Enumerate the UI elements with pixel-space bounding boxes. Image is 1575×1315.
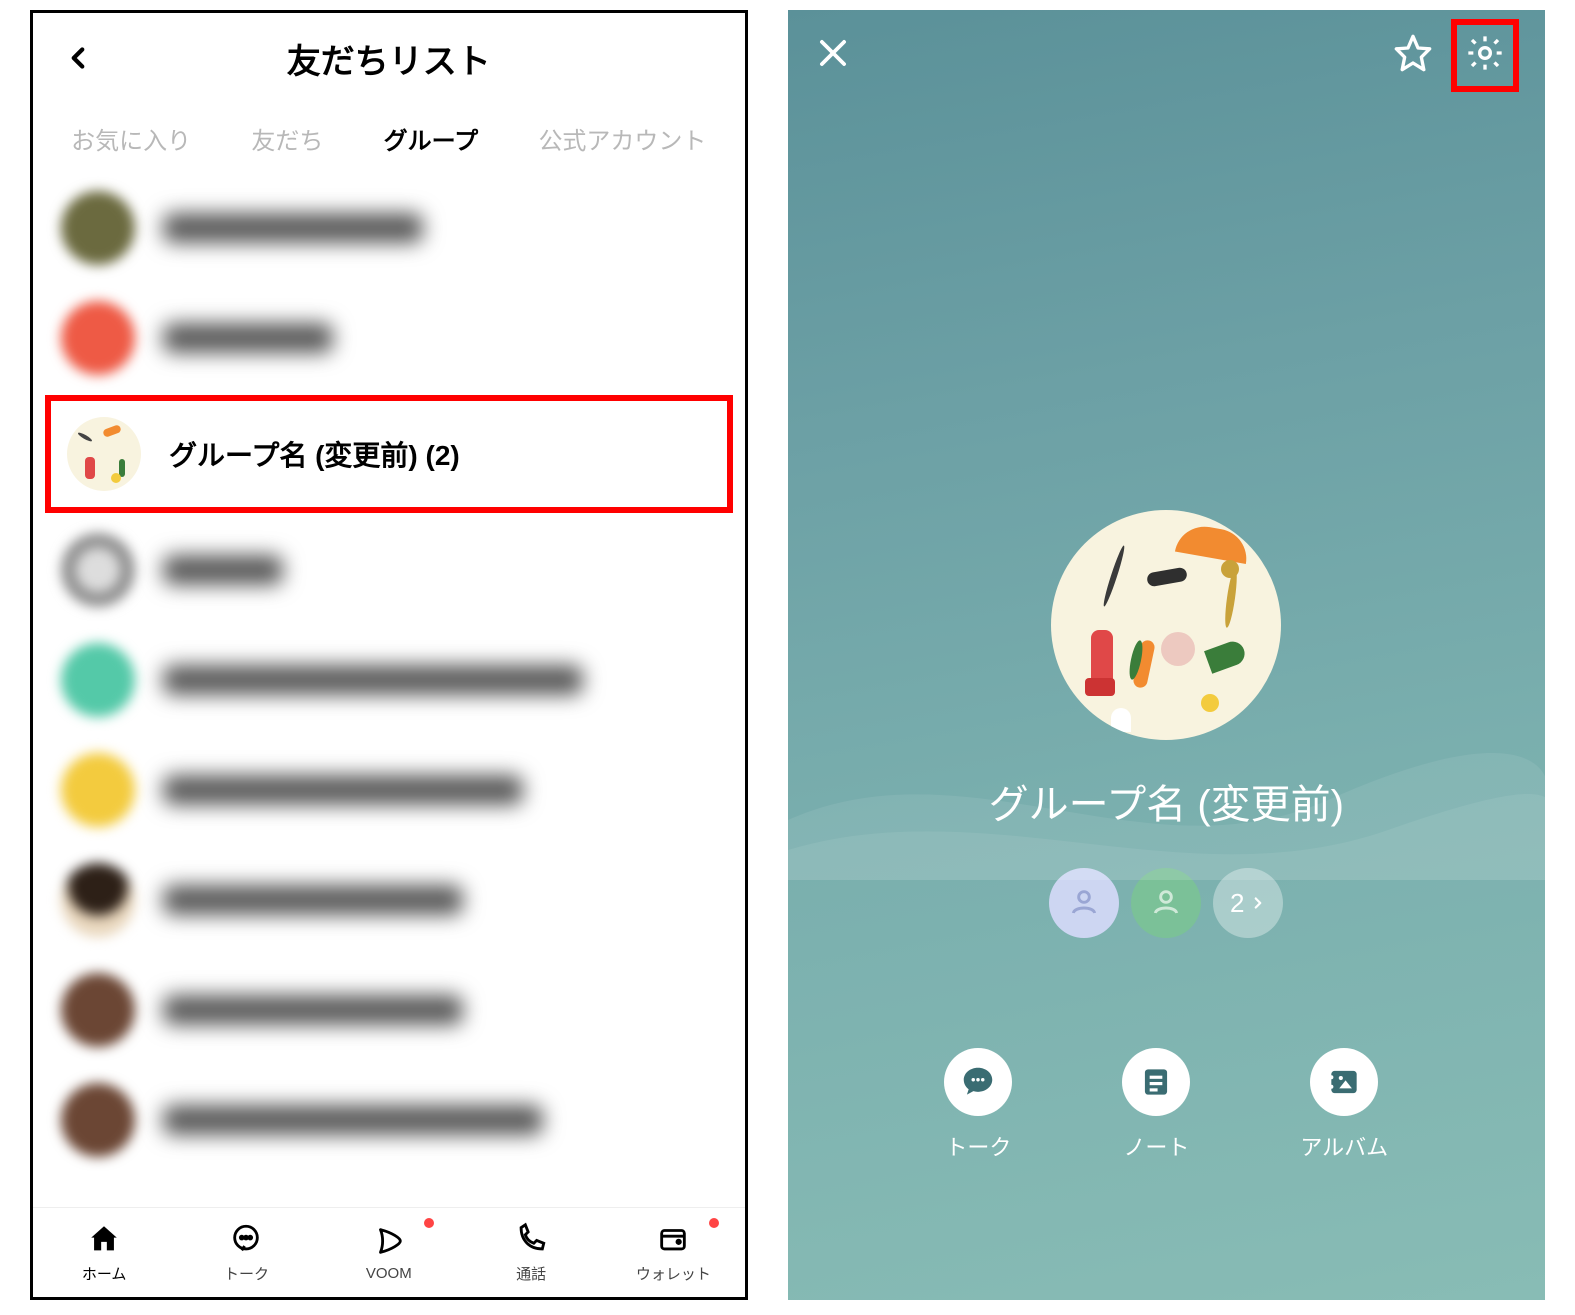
action-label: トーク [945, 1130, 1011, 1162]
note-icon [1122, 1048, 1190, 1116]
phone-icon [514, 1222, 548, 1261]
nav-label: VOOM [366, 1265, 412, 1282]
list-item[interactable] [33, 955, 745, 1065]
group-avatar[interactable] [1051, 510, 1281, 740]
list-item-label-blurred [163, 885, 463, 915]
list-item-label-blurred [163, 995, 463, 1025]
list-item-label-blurred [163, 1105, 543, 1135]
nav-label: 通話 [516, 1263, 546, 1284]
list-item[interactable] [33, 515, 745, 625]
member-avatar[interactable] [1049, 868, 1119, 938]
avatar [61, 863, 135, 937]
tab-friends[interactable]: 友だち [245, 111, 329, 166]
list-item-label: グループ名 (変更前) (2) [169, 434, 460, 474]
chat-filled-icon [944, 1048, 1012, 1116]
action-label: アルバム [1300, 1130, 1388, 1162]
play-icon [372, 1224, 406, 1263]
list-item[interactable] [33, 173, 745, 283]
gear-icon [1465, 60, 1505, 77]
member-count-chip[interactable]: 2 [1213, 868, 1283, 938]
page-title: 友だちリスト [287, 34, 491, 83]
profile-actions: トーク ノート アルバム [944, 1048, 1388, 1212]
member-avatar[interactable] [1131, 868, 1201, 938]
list-item-label-blurred [163, 775, 523, 805]
tab-groups[interactable]: グループ [378, 111, 485, 166]
nav-label: トーク [224, 1263, 269, 1284]
nav-label: ホーム [82, 1263, 127, 1284]
chat-icon [229, 1222, 263, 1261]
home-icon [87, 1222, 121, 1261]
action-label: ノート [1123, 1130, 1189, 1162]
avatar [61, 1083, 135, 1157]
avatar [61, 533, 135, 607]
action-note[interactable]: ノート [1122, 1048, 1190, 1162]
tab-favorites[interactable]: お気に入り [65, 111, 197, 166]
friends-list-screen: 友だちリスト お気に入り 友だち グループ 公式アカウント [30, 10, 748, 1300]
nav-label: ウォレット [636, 1263, 711, 1284]
person-icon [1068, 885, 1100, 922]
close-icon[interactable] [814, 34, 852, 77]
avatar [61, 301, 135, 375]
settings-button[interactable] [1451, 19, 1519, 92]
bottom-nav: ホーム トーク VOOM 通話 ウォレット [33, 1207, 745, 1297]
avatar [61, 973, 135, 1047]
list-item[interactable] [33, 1065, 745, 1175]
list-item[interactable] [33, 283, 745, 393]
nav-talk[interactable]: トーク [175, 1208, 317, 1297]
person-icon [1150, 885, 1182, 922]
member-count: 2 [1230, 888, 1244, 919]
group-profile-screen: グループ名 (変更前) 2 [788, 10, 1545, 1300]
star-icon[interactable] [1393, 33, 1433, 78]
action-album[interactable]: アルバム [1300, 1048, 1388, 1162]
nav-home[interactable]: ホーム [33, 1208, 175, 1297]
album-icon [1310, 1048, 1378, 1116]
header: 友だちリスト [33, 13, 745, 103]
header-actions [1393, 19, 1519, 92]
avatar [61, 643, 135, 717]
nav-wallet[interactable]: ウォレット [602, 1208, 744, 1297]
list-item-highlighted[interactable]: グループ名 (変更前) (2) [45, 395, 733, 513]
group-avatar [67, 417, 141, 491]
nav-call[interactable]: 通話 [460, 1208, 602, 1297]
back-icon[interactable] [61, 41, 95, 80]
list-item-label-blurred [163, 323, 333, 353]
list-item[interactable] [33, 735, 745, 845]
chevron-right-icon [1249, 888, 1267, 919]
nav-voom[interactable]: VOOM [318, 1208, 460, 1297]
wallet-icon [656, 1222, 690, 1261]
notification-dot-icon [424, 1218, 434, 1228]
list-item[interactable] [33, 845, 745, 955]
list-item-label-blurred [163, 213, 423, 243]
tab-official[interactable]: 公式アカウント [532, 111, 712, 166]
avatar [61, 191, 135, 265]
list-item-label-blurred [163, 665, 583, 695]
tab-bar: お気に入り 友だち グループ 公式アカウント [33, 103, 745, 173]
group-name: グループ名 (変更前) [989, 772, 1344, 830]
group-list: グループ名 (変更前) (2) [33, 173, 745, 1207]
avatar [61, 753, 135, 827]
member-avatars: 2 [1049, 868, 1283, 938]
list-item[interactable] [33, 625, 745, 735]
profile-header [788, 10, 1545, 100]
notification-dot-icon [709, 1218, 719, 1228]
profile-center: グループ名 (変更前) 2 [788, 100, 1545, 1252]
action-talk[interactable]: トーク [944, 1048, 1012, 1162]
list-item-label-blurred [163, 555, 283, 585]
